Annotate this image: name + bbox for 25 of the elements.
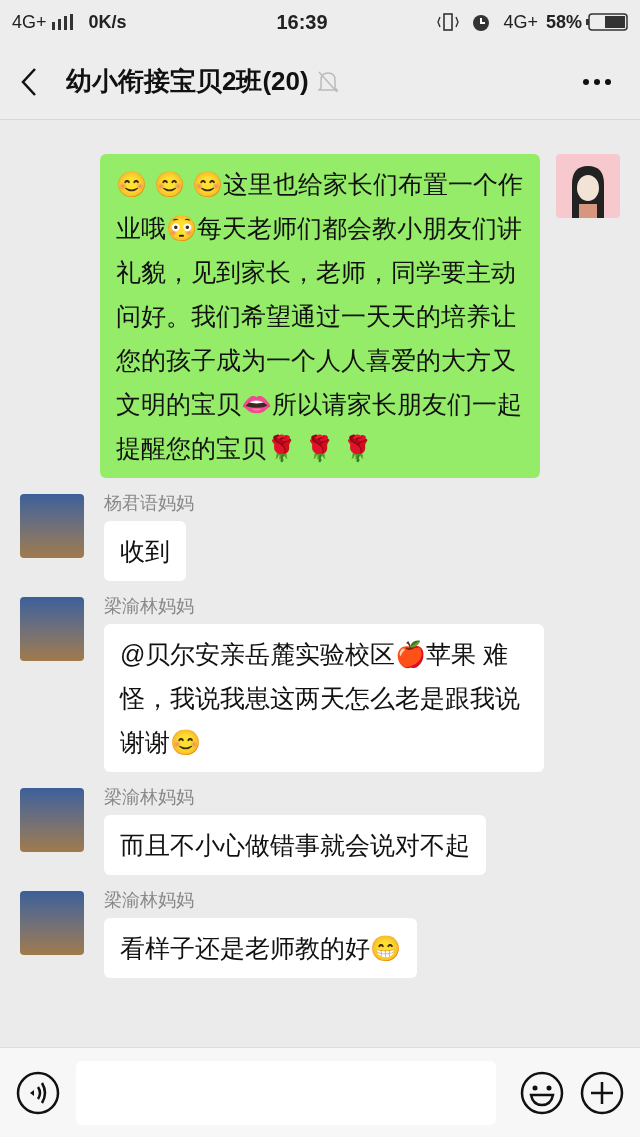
sender-name: 梁渝林妈妈 <box>104 786 194 809</box>
network-label: 4G+ <box>503 10 538 34</box>
sender-name: 梁渝林妈妈 <box>104 889 194 912</box>
battery-icon <box>586 13 628 31</box>
back-icon[interactable] <box>20 66 38 97</box>
voice-icon[interactable] <box>16 1070 60 1115</box>
clock: 16:39 <box>275 10 328 35</box>
sender-name: 杨君语妈妈 <box>104 492 194 515</box>
network-label: 4G+ <box>12 10 47 34</box>
signal-icon <box>50 14 73 30</box>
more-icon[interactable] <box>582 77 612 86</box>
message-bubble[interactable]: 😊 😊 😊这里也给家长们布置一个作业哦😳每天老师们都会教小朋友们讲礼貌，见到家长，老师，同学要主动问好。我们希望通过一天天的培养让您的孩子成为一个人人喜爱的大方又文明的宝贝👄所以请家长朋友们一起提醒您的宝贝🌹 🌹 🌹 <box>100 154 540 478</box>
alarm-icon <box>471 12 492 32</box>
speed-label: 0K/s <box>88 10 127 34</box>
add-icon[interactable] <box>580 1070 624 1115</box>
vibrate-icon <box>437 13 460 31</box>
chat-title: 幼小衔接宝贝2班(20) <box>66 65 309 98</box>
message-bubble[interactable]: @贝尔安亲岳麓实验校区🍎苹果 难怪，我说我崽这两天怎么老是跟我说谢谢😊 <box>104 624 544 772</box>
message-bubble[interactable]: 而且不小心做错事就会说对不起 <box>104 815 486 875</box>
emoji-icon[interactable] <box>520 1070 564 1115</box>
battery-label: 58% <box>545 10 582 34</box>
message-bubble[interactable]: 收到 <box>104 521 186 581</box>
sender-name: 梁渝林妈妈 <box>104 595 194 618</box>
message-bubble[interactable]: 看样子还是老师教的好😁 <box>104 918 417 978</box>
avatar[interactable] <box>556 154 620 218</box>
